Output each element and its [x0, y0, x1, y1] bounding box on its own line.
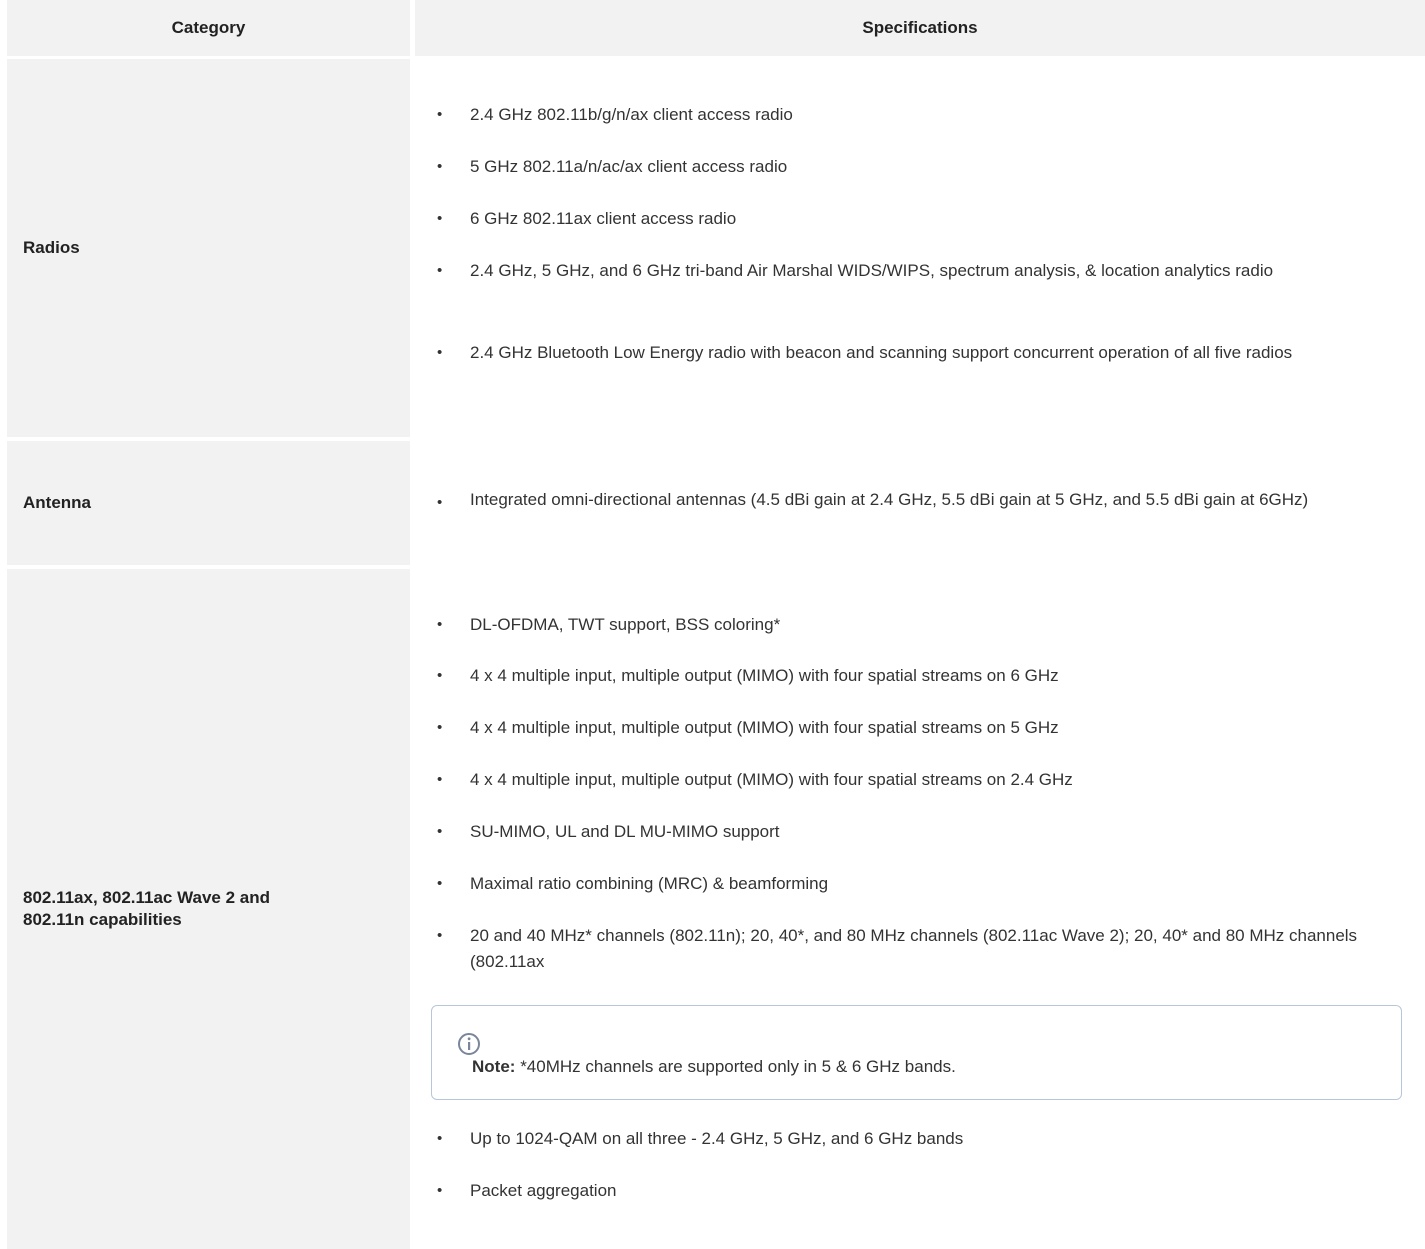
- info-icon: [458, 1033, 480, 1055]
- category-label: 802.11ax, 802.11ac Wave 2 and 802.11n ca…: [23, 888, 271, 929]
- note-body: *40MHz channels are supported only in 5 …: [520, 1057, 956, 1076]
- bullet-dot: •: [437, 667, 443, 684]
- bullet-dot: •: [437, 106, 443, 123]
- category-cell-antenna: Antenna: [7, 441, 410, 565]
- bullet-dot: •: [437, 262, 443, 279]
- bullet-dot: •: [437, 719, 443, 736]
- table-header-row: Category Specifications: [0, 0, 1425, 56]
- category-label: Antenna: [23, 493, 91, 512]
- bullet-dot: •: [437, 823, 443, 840]
- bullet-dot: •: [437, 771, 443, 788]
- bullet-dot: •: [437, 1130, 443, 1147]
- note-panel: Note: *40MHz channels are supported only…: [431, 1005, 1402, 1100]
- note-label: Note:: [472, 1057, 516, 1076]
- bullet-dot: •: [437, 875, 443, 892]
- bullet-dot: •: [437, 616, 443, 633]
- category-cell-capabilities: 802.11ax, 802.11ac Wave 2 and 802.11n ca…: [7, 569, 410, 1249]
- bullet-dot: •: [437, 210, 443, 227]
- bullet-dot: •: [437, 344, 443, 361]
- note-text: Note: *40MHz channels are supported only…: [472, 1054, 956, 1080]
- header-specifications: Specifications: [415, 0, 1425, 56]
- category-label: Radios: [23, 238, 80, 257]
- bullet-dot: •: [437, 158, 443, 175]
- category-cell-radios: Radios: [7, 59, 410, 437]
- bullet-dot: •: [437, 494, 443, 511]
- bullet-dot: •: [437, 1182, 443, 1199]
- bullet-dot: •: [437, 927, 443, 944]
- header-category: Category: [7, 0, 410, 56]
